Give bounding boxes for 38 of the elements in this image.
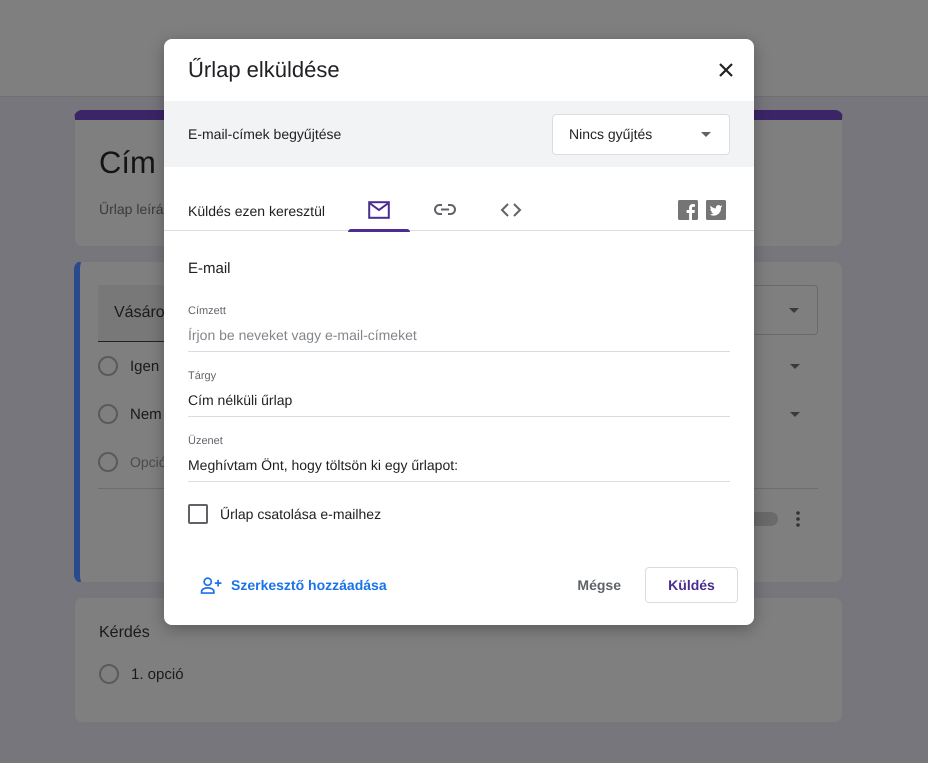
field-label: Üzenet bbox=[188, 435, 224, 447]
add-editor-button[interactable]: Szerkesztő hozzáadása bbox=[188, 570, 399, 600]
checkbox-label: Űrlap csatolása e-mailhez bbox=[220, 506, 382, 522]
input-field[interactable]: Írjon be neveket vagy e-mail-címeket bbox=[188, 317, 730, 352]
dialog-title: Űrlap elküldése bbox=[188, 57, 340, 83]
send-button[interactable]: Küldés bbox=[645, 567, 738, 603]
twitter-icon[interactable] bbox=[706, 200, 726, 220]
section-heading: E-mail bbox=[188, 260, 232, 277]
option-label: 1. opció bbox=[131, 666, 184, 682]
form-description: Űrlap leírá bbox=[99, 201, 164, 217]
more-icon[interactable] bbox=[796, 511, 800, 527]
caret-icon[interactable] bbox=[790, 412, 800, 417]
collect-label: E-mail-címek begyűjtése bbox=[188, 126, 342, 142]
radio-button[interactable] bbox=[98, 452, 118, 472]
send-via-label: Küldés ezen keresztül bbox=[188, 202, 326, 218]
field-label: Címzett bbox=[188, 305, 227, 317]
form-title: Cím bbox=[99, 145, 156, 181]
link-icon bbox=[434, 204, 456, 216]
envelope-icon bbox=[368, 200, 390, 218]
radio-button[interactable] bbox=[99, 664, 119, 684]
close-icon[interactable] bbox=[719, 63, 733, 77]
field-label: Tárgy bbox=[188, 370, 218, 382]
add-person-icon bbox=[200, 576, 223, 594]
input-field[interactable]: Meghívtam Önt, hogy töltsön ki egy űrlapot: bbox=[188, 447, 730, 482]
radio-button[interactable] bbox=[98, 356, 118, 376]
facebook-icon[interactable] bbox=[678, 200, 698, 220]
cancel-button[interactable]: Mégse bbox=[569, 569, 629, 601]
option-label: Igen bbox=[130, 358, 160, 374]
caret-icon[interactable] bbox=[790, 364, 800, 369]
caret-icon bbox=[701, 132, 711, 136]
radio-button[interactable] bbox=[98, 404, 118, 424]
checkbox[interactable] bbox=[188, 504, 208, 524]
code-icon bbox=[500, 202, 522, 216]
caret-icon bbox=[789, 308, 799, 312]
question-title: Kérdés bbox=[99, 624, 150, 642]
collect-dropdown[interactable]: Nincs gyűjtés bbox=[552, 114, 730, 154]
option-label: Nem bbox=[130, 406, 162, 422]
input-field[interactable]: Cím nélküli űrlap bbox=[188, 382, 730, 417]
